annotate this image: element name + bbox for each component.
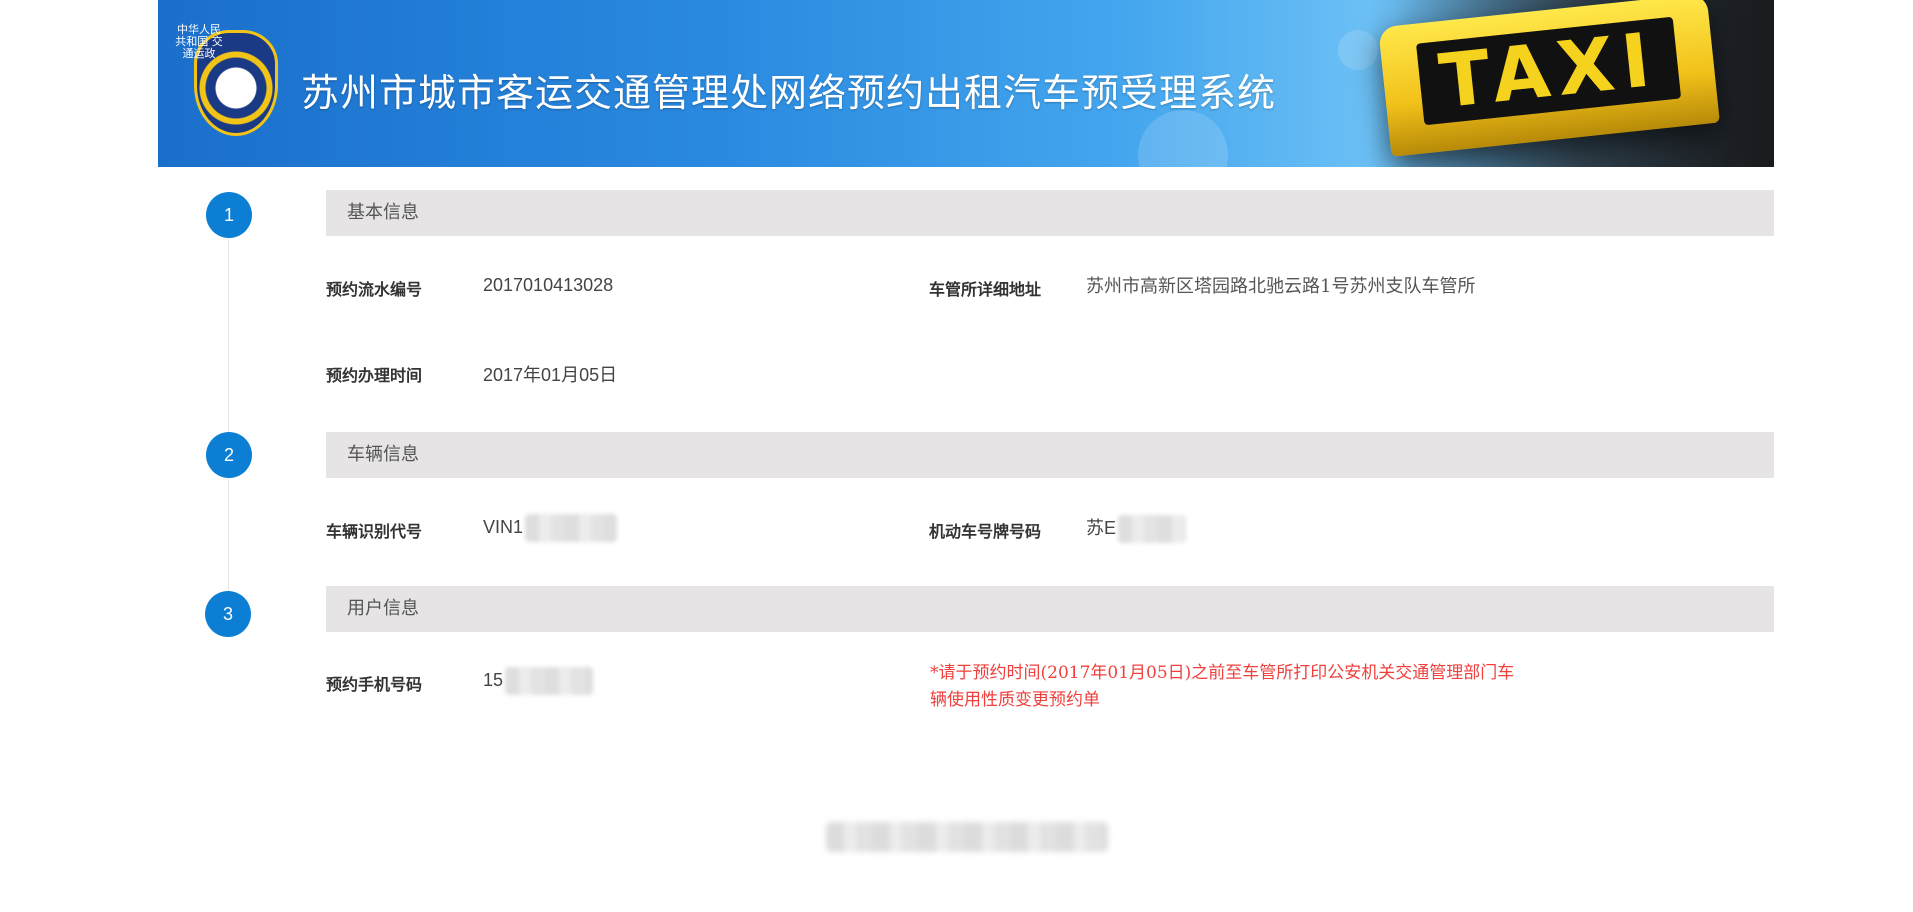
- badge-text: 中华人民共和国 交通运政: [175, 23, 223, 60]
- step-1-circle: 1: [206, 192, 252, 238]
- dmv-address-label: 车管所详细地址: [929, 280, 1042, 299]
- appointment-time-value: 2017年01月05日: [483, 365, 618, 385]
- section-vehicle-info-header: 车辆信息: [326, 432, 1774, 478]
- system-title: 苏州市城市客运交通管理处网络预约出租汽车预受理系统: [301, 71, 1277, 115]
- phone-value-row: 15: [483, 667, 594, 695]
- footer-redacted: [826, 822, 1108, 852]
- header-banner: 中华人民共和国 交通运政 苏州市城市客运交通管理处网络预约出租汽车预受理系统 T…: [158, 0, 1774, 167]
- phone-value: 15: [483, 669, 504, 690]
- plate-number-value-row: 苏E: [1086, 514, 1187, 544]
- plate-number-redacted: [1118, 515, 1187, 544]
- taxi-sign-plate: TAXI: [1416, 16, 1682, 126]
- step-2-circle: 2: [206, 432, 252, 478]
- dmv-address-value: 苏州市高新区塔园路北驰云路1号苏州支队车管所: [1086, 276, 1476, 297]
- taxi-sign-text: TAXI: [1435, 16, 1662, 126]
- serial-number-label: 预约流水编号: [326, 280, 423, 299]
- plate-number-value: 苏E: [1086, 518, 1117, 538]
- serial-number-value: 2017010413028: [483, 275, 614, 295]
- vin-value: VIN1: [483, 516, 524, 537]
- bokeh-decoration: [1338, 30, 1378, 70]
- vin-redacted: [525, 514, 618, 542]
- print-notice: *请于预约时间(2017年01月05日)之前至车管所打印公安机关交通管理部门车辆…: [930, 663, 1515, 710]
- vin-value-row: VIN1: [483, 514, 618, 542]
- appointment-time-label: 预约办理时间: [326, 366, 423, 385]
- steps-timeline-line: [228, 232, 229, 612]
- phone-redacted: [505, 667, 594, 695]
- phone-label: 预约手机号码: [326, 675, 423, 694]
- page: 中华人民共和国 交通运政 苏州市城市客运交通管理处网络预约出租汽车预受理系统 T…: [0, 0, 1913, 912]
- bokeh-decoration: [1138, 110, 1228, 167]
- vin-label: 车辆识别代号: [326, 522, 423, 541]
- step-3-circle: 3: [205, 591, 251, 637]
- section-user-info-header: 用户信息: [326, 586, 1774, 632]
- section-basic-info-header: 基本信息: [326, 190, 1774, 236]
- plate-number-label: 机动车号牌号码: [929, 522, 1042, 541]
